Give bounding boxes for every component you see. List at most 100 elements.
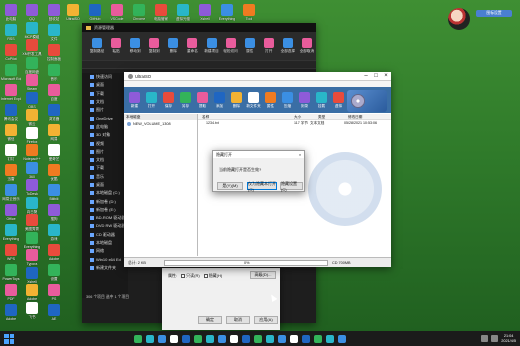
toolbar-button-12[interactable]: 虚拟 (330, 91, 347, 109)
taskbar-app-icon[interactable] (302, 334, 310, 343)
ribbon-item-10[interactable]: 全部选择 (279, 38, 297, 54)
desktop-icon-col2-17[interactable]: 飞书 (23, 301, 41, 328)
taskbar-app-icon[interactable] (182, 334, 190, 343)
taskbar-app-icon[interactable] (290, 334, 298, 343)
address-bar[interactable] (82, 60, 316, 69)
ribbon-item-5[interactable]: 重命名 (183, 38, 201, 54)
ribbon-item-9[interactable]: 打开 (260, 38, 278, 54)
cancel-button[interactable]: 取消 (226, 316, 250, 324)
toolbar-button-4[interactable]: 提取 (194, 91, 211, 109)
sidebar-item-8[interactable]: 视频 (82, 139, 128, 147)
desktop-icon-col3-15[interactable]: AE (45, 304, 63, 330)
taskbar-app-icon[interactable] (242, 334, 250, 343)
mascot-widget[interactable] (446, 8, 472, 36)
hidden-checkbox[interactable]: 隐藏(H) (203, 273, 222, 279)
taskbar-app-icon[interactable] (326, 334, 334, 343)
taskbar-app-icon[interactable] (218, 334, 226, 343)
sidebar-item-19[interactable]: CD 驱动器 (82, 231, 128, 239)
close-button[interactable]: × (381, 73, 391, 79)
sidebar-item-16[interactable]: 新加卷 (E:) (82, 206, 128, 214)
tree-root[interactable]: NEW_VOLUME_1308 (124, 122, 197, 126)
sidebar-item-17[interactable]: BD-ROM 驱动器 (82, 214, 128, 222)
toolbar-button-2[interactable]: 保存 (160, 91, 177, 109)
advanced-button[interactable]: 高级(D)... (250, 271, 276, 279)
hide-settings-button[interactable]: 隐藏设置(C) (280, 181, 303, 192)
sidebar-item-23[interactable]: 新建文件夹 (82, 264, 128, 272)
toolbar-button-3[interactable]: 另存 (177, 91, 194, 109)
toolbar-button-9[interactable]: 压缩 (279, 91, 296, 109)
file-row[interactable]: 1234.txt 117 字节 文本文档 05/28/2021 10:53:06 (198, 120, 391, 126)
confirm-dialog[interactable]: 隐藏打开 × 当前隐藏打开是否生效? 是(Y)(M) 仅为隐藏本打开(O) 隐藏… (212, 150, 305, 192)
explorer-titlebar[interactable]: 资源管理器 (82, 23, 316, 32)
sidebar-item-1[interactable]: 桌面 (82, 81, 128, 89)
taskbar-app-icon[interactable] (266, 334, 274, 343)
toolbar-button-7[interactable]: 新文件夹 (245, 91, 262, 109)
toolbar-button-8[interactable]: 属性 (262, 91, 279, 109)
toolbar-button-1[interactable]: 打开 (143, 91, 160, 109)
apply-button[interactable]: 应用(A) (254, 316, 278, 324)
widget-label[interactable]: 图标设置 (476, 10, 512, 17)
sidebar-item-2[interactable]: 下载 (82, 90, 128, 98)
sidebar-item-3[interactable]: 文档 (82, 98, 128, 106)
confirm-close-button[interactable]: × (296, 152, 304, 157)
ultraiso-titlebar[interactable]: UltraISO – □ × (124, 72, 391, 81)
status-capacity[interactable]: CD 700MB (332, 261, 351, 265)
sidebar-item-13[interactable]: 桌面 (82, 181, 128, 189)
sidebar-item-14[interactable]: 本地磁盘 (C:) (82, 189, 128, 197)
taskbar-app-icon[interactable] (314, 334, 322, 343)
readonly-checkbox[interactable]: 只读(R) (181, 273, 200, 279)
sidebar-item-18[interactable]: DVD RW 驱动器 (82, 222, 128, 230)
taskbar-app-icon[interactable] (230, 334, 238, 343)
sidebar-item-9[interactable]: 图片 (82, 148, 128, 156)
sidebar-item-6[interactable]: 此电脑 (82, 123, 128, 131)
sidebar-item-5[interactable]: OneDrive (82, 114, 128, 122)
wifi-icon[interactable] (481, 335, 489, 342)
ribbon-item-1[interactable]: 粘贴 (107, 38, 125, 54)
toolbar-button-6[interactable]: 删除 (228, 91, 245, 109)
sidebar-item-15[interactable]: 新加卷 (D:) (82, 197, 128, 205)
ribbon-item-4[interactable]: 删除 (164, 38, 182, 54)
ok-button[interactable]: 确定 (198, 316, 222, 324)
taskbar-app-icon[interactable] (278, 334, 286, 343)
taskbar-app-icon[interactable] (194, 334, 202, 343)
taskbar-app-icon[interactable] (146, 334, 154, 343)
maximize-button[interactable]: □ (371, 73, 381, 79)
ribbon-item-7[interactable]: 轻松访问 (222, 38, 240, 54)
ribbon-item-3[interactable]: 复制到 (145, 38, 163, 54)
sidebar-item-21[interactable]: 网络 (82, 247, 128, 255)
desktop-icon-top-0[interactable]: UltraISO (64, 4, 82, 30)
toolbar-button-10[interactable]: 刻录 (296, 91, 313, 109)
toolbar-button-11[interactable]: 挂载 (313, 91, 330, 109)
ribbon-item-0[interactable]: 复制路径 (88, 38, 106, 54)
sidebar-item-11[interactable]: 下载 (82, 164, 128, 172)
sidebar-item-20[interactable]: 本地磁盘 (82, 239, 128, 247)
ribbon-item-6[interactable]: 新建项目 (202, 38, 220, 54)
sidebar-item-4[interactable]: 图片 (82, 106, 128, 114)
taskbar-app-icon[interactable] (206, 334, 214, 343)
clock[interactable]: 21:04 2021/4/5 (501, 334, 516, 343)
ribbon-item-2[interactable]: 移动到 (126, 38, 144, 54)
toolbar-button-0[interactable]: 新建 (126, 91, 143, 109)
ribbon-item-11[interactable]: 全部取消 (298, 38, 316, 54)
yes-button[interactable]: 是(Y)(M) (217, 182, 243, 190)
app-icon (26, 231, 38, 244)
volume-icon[interactable] (491, 335, 499, 342)
sidebar-item-0[interactable]: 快速访问 (82, 73, 128, 81)
confirm-titlebar[interactable]: 隐藏打开 × (213, 151, 304, 158)
taskbar-app-icon[interactable] (170, 334, 178, 343)
desktop-icon-col1-15[interactable]: Adobe (2, 304, 20, 330)
taskbar-app-icon[interactable] (254, 334, 262, 343)
taskbar-app-icon[interactable] (158, 334, 166, 343)
taskbar-app-icon[interactable] (134, 334, 142, 343)
sidebar-item-12[interactable]: 音乐 (82, 173, 128, 181)
start-button[interactable] (4, 333, 14, 344)
sidebar-item-10[interactable]: 文档 (82, 156, 128, 164)
ribbon-item-8[interactable]: 属性 (241, 38, 259, 54)
toolbar-button-5[interactable]: 添加 (211, 91, 228, 109)
properties-dialog[interactable]: 属性: 只读(R) 隐藏(H) 高级(D)... 确定 取消 应用(A) (162, 268, 280, 330)
hide-this-only-button[interactable]: 仅为隐藏本打开(O) (247, 181, 277, 192)
sidebar-item-7[interactable]: 3D 对象 (82, 131, 128, 139)
sidebar-item-22[interactable]: Win10 x64 Ed (82, 256, 128, 264)
minimize-button[interactable]: – (361, 73, 371, 79)
taskbar-app-icon[interactable] (338, 334, 346, 343)
